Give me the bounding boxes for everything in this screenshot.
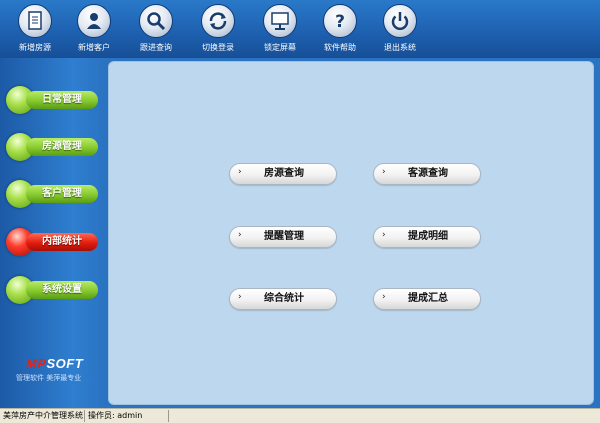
sidebar-item-listings[interactable]: 房源管理 bbox=[6, 133, 98, 161]
toolbar-label: 跟进查询 bbox=[140, 43, 172, 52]
commission-detail-button[interactable]: › 提成明细 bbox=[373, 226, 481, 248]
status-bar: 美萍房产中介管理系统 操作员: admin bbox=[0, 408, 600, 423]
toolbar-label: 软件帮助 bbox=[324, 43, 356, 52]
status-divider bbox=[84, 410, 85, 422]
button-label: 提成明细 bbox=[408, 231, 448, 242]
sidebar-item-label: 房源管理 bbox=[26, 138, 98, 156]
button-label: 房源查询 bbox=[264, 168, 304, 179]
sidebar-item-label: 客户管理 bbox=[26, 185, 98, 203]
toolbar-lock-screen-button[interactable]: 锁定屏幕 bbox=[250, 2, 310, 58]
toolbar-label: 退出系统 bbox=[384, 43, 416, 52]
sidebar-item-settings[interactable]: 系统设置 bbox=[6, 276, 98, 304]
button-label: 提成汇总 bbox=[408, 293, 448, 304]
toolbar-label: 锁定屏幕 bbox=[264, 43, 296, 52]
toolbar-new-listing-button[interactable]: 新增房源 bbox=[5, 2, 65, 58]
logo-brand: MPSOFT bbox=[26, 356, 84, 371]
mpsoft-logo: MPSOFT 管理软件 美萍最专业 bbox=[12, 356, 96, 390]
toolbar-follow-query-button[interactable]: 跟进查询 bbox=[126, 2, 186, 58]
help-icon: ? bbox=[323, 4, 357, 38]
logo-slogan: 管理软件 美萍最专业 bbox=[16, 374, 82, 382]
sidebar-item-statistics[interactable]: 内部统计 bbox=[6, 228, 98, 256]
left-sidebar: 日常管理 房源管理 客户管理 内部统计 系统设置 MPSOFT 管理软件 美萍最… bbox=[0, 58, 104, 408]
sidebar-item-daily[interactable]: 日常管理 bbox=[6, 86, 98, 114]
toolbar-label: 新增客户 bbox=[78, 43, 110, 52]
overall-statistics-button[interactable]: › 综合统计 bbox=[229, 288, 337, 310]
content-panel: › 房源查询 › 客源查询 › 提醒管理 › 提成明细 › 综合统计 › 提成汇… bbox=[108, 61, 594, 405]
magnifier-icon bbox=[139, 4, 173, 38]
document-icon bbox=[18, 4, 52, 38]
main-area: › 房源查询 › 客源查询 › 提醒管理 › 提成明细 › 综合统计 › 提成汇… bbox=[104, 58, 600, 408]
commission-summary-button[interactable]: › 提成汇总 bbox=[373, 288, 481, 310]
button-label: 客源查询 bbox=[408, 168, 448, 179]
toolbar-label: 切换登录 bbox=[202, 43, 234, 52]
sidebar-item-label: 内部统计 bbox=[26, 233, 98, 251]
status-app-name: 美萍房产中介管理系统 bbox=[3, 411, 83, 420]
sidebar-item-label: 日常管理 bbox=[26, 91, 98, 109]
refresh-icon bbox=[201, 4, 235, 38]
toolbar-label: 新增房源 bbox=[19, 43, 51, 52]
toolbar-exit-button[interactable]: 退出系统 bbox=[370, 2, 430, 58]
customer-query-button[interactable]: › 客源查询 bbox=[373, 163, 481, 185]
toolbar-help-button[interactable]: ? 软件帮助 bbox=[310, 2, 370, 58]
sidebar-item-customers[interactable]: 客户管理 bbox=[6, 180, 98, 208]
toolbar-new-customer-button[interactable]: 新增客户 bbox=[64, 2, 124, 58]
button-label: 提醒管理 bbox=[264, 231, 304, 242]
toolbar-switch-login-button[interactable]: 切换登录 bbox=[188, 2, 248, 58]
person-icon bbox=[77, 4, 111, 38]
status-divider bbox=[168, 410, 169, 422]
button-label: 综合统计 bbox=[264, 293, 304, 304]
listing-query-button[interactable]: › 房源查询 bbox=[229, 163, 337, 185]
status-operator: 操作员: admin bbox=[88, 411, 143, 420]
monitor-icon bbox=[263, 4, 297, 38]
top-toolbar: 新增房源 新增客户 跟进查询 切换登录 锁定屏幕 ? 软件帮助 退出系统 bbox=[0, 0, 600, 58]
power-icon bbox=[383, 4, 417, 38]
reminder-management-button[interactable]: › 提醒管理 bbox=[229, 226, 337, 248]
sidebar-item-label: 系统设置 bbox=[26, 281, 98, 299]
svg-text:?: ? bbox=[335, 12, 345, 32]
